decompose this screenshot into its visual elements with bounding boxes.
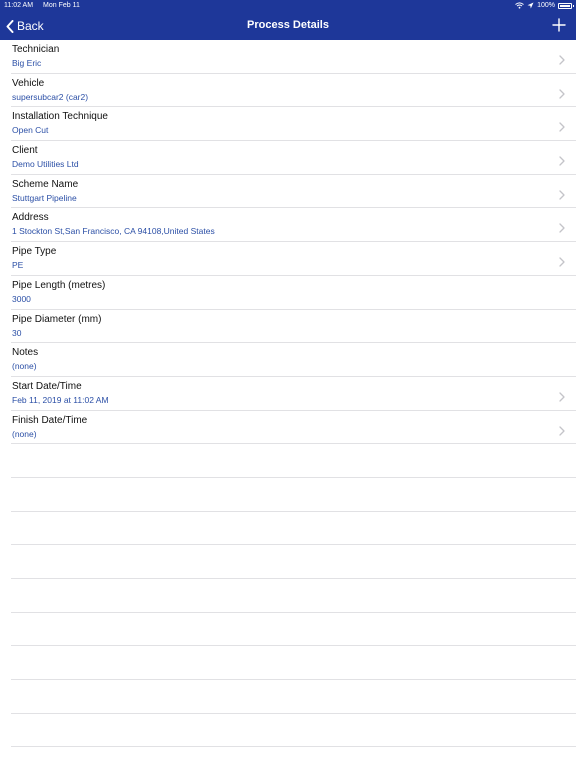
details-list: Technician Big Eric Vehicle supersubcar2 (c… [0,40,576,748]
row-value: (none) [12,361,37,372]
empty-table-row [11,613,576,647]
wifi-icon [515,2,524,9]
row-label: Technician [12,44,60,55]
row-label: Pipe Length (metres) [12,279,106,291]
row-label: Client [12,145,38,157]
empty-table-row [11,478,576,512]
row-value: Demo Utilities Ltd [12,159,79,170]
status-right: 100% [515,0,574,11]
chevron-right-icon [559,187,565,205]
detail-row[interactable]: Scheme Name Stuttgart Pipeline [11,175,576,209]
row-label: Pipe Type [12,246,57,258]
chevron-right-icon [559,423,565,441]
empty-table-row [11,646,576,681]
battery-icon [558,2,574,9]
empty-table-row [11,444,576,478]
row-value: Stuttgart Pipeline [12,192,77,203]
status-left: 11:02 AM Mon Feb 11 [4,0,80,11]
status-time: 11:02 AM [4,2,34,9]
empty-table-row [11,579,576,613]
detail-row[interactable]: Finish Date/Time (none) [11,411,576,445]
plus-icon[interactable] [552,18,566,32]
row-label: Address [12,212,49,224]
row-label: Pipe Diameter (mm) [12,313,102,325]
empty-table-row [11,680,576,714]
row-value: Open Cut [12,125,49,136]
row-value: Big Eric [12,58,42,68]
status-date: Mon Feb 11 [43,2,80,9]
chevron-right-icon [559,389,565,407]
detail-row[interactable]: Vehicle supersubcar2 (car2) [11,74,576,108]
detail-row[interactable]: Notes (none) [11,343,576,377]
chevron-right-icon [559,52,565,70]
detail-row[interactable]: Installation Technique Open Cut [11,107,576,142]
chevron-right-icon [559,153,565,171]
detail-row[interactable]: Pipe Diameter (mm) 30 [11,310,576,344]
row-label: Finish Date/Time [12,414,88,426]
row-label: Start Date/Time [12,380,82,392]
detail-row[interactable]: Pipe Length (metres) 3000 [11,276,576,310]
detail-row[interactable]: Client Demo Utilities Ltd [11,141,576,175]
row-value: 3000 [12,293,31,304]
row-value: (none) [12,428,37,439]
row-value: Feb 11, 2019 at 11:02 AM [12,394,109,405]
row-value: supersubcar2 (car2) [12,91,89,102]
row-value: PE [12,260,24,271]
chevron-right-icon [559,86,565,104]
chevron-right-icon [559,220,565,238]
battery-percent: 100% [537,2,555,9]
row-label: Scheme Name [12,178,79,190]
row-value: 1 Stockton St,San Francisco, CA 94108,Un… [12,226,215,237]
row-value: 30 [12,327,22,338]
row-label: Installation Technique [12,111,108,123]
page-title: Process Details [247,19,329,31]
empty-table-row [11,714,576,748]
top-bar: 11:02 AM Mon Feb 11 100% Back Process De… [0,0,576,40]
location-icon [527,2,534,9]
detail-row[interactable]: Start Date/Time Feb 11, 2019 at 11:02 AM [11,377,576,411]
chevron-right-icon [559,254,565,272]
detail-row[interactable]: Pipe Type PE [11,242,576,276]
detail-row[interactable]: Technician Big Eric [11,40,576,74]
navigation-bar: Back Process Details [0,11,576,40]
row-label: Vehicle [12,77,45,89]
detail-row[interactable]: Address 1 Stockton St,San Francisco, CA 9… [11,208,576,243]
empty-table-row [11,545,576,579]
row-label: Notes [12,347,39,359]
empty-table-row [11,512,576,546]
status-bar: 11:02 AM Mon Feb 11 100% [0,0,576,11]
chevron-right-icon [559,119,565,137]
